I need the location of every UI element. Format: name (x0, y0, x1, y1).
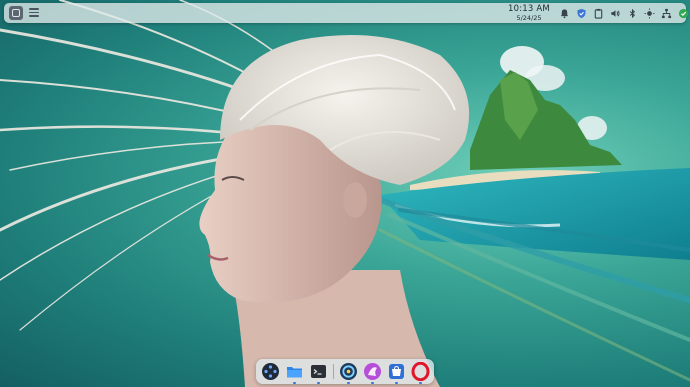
files-icon[interactable] (285, 362, 304, 384)
dock-separator (333, 364, 334, 379)
running-indicator (317, 382, 320, 384)
clock-time: 10:13 AM (508, 4, 550, 14)
opera-browser-icon[interactable] (411, 362, 430, 384)
shield-icon[interactable] (575, 7, 587, 19)
clock[interactable]: 10:13 AM 5/24/25 (504, 4, 554, 23)
terminal-icon[interactable] (309, 362, 328, 384)
app-launcher-icon[interactable] (9, 6, 23, 20)
dock (256, 359, 434, 384)
desktop-wallpaper (0, 0, 690, 387)
settings-icon[interactable] (339, 362, 358, 384)
running-indicator (293, 382, 296, 384)
volume-icon[interactable] (609, 7, 621, 19)
clock-date: 5/24/25 (516, 14, 542, 22)
updates-icon[interactable] (677, 7, 689, 19)
bell-icon[interactable] (558, 7, 570, 19)
top-panel: 10:13 AM 5/24/25 (4, 3, 688, 23)
running-indicator (347, 382, 350, 384)
graphics-app-icon[interactable] (363, 362, 382, 384)
bluetooth-icon[interactable] (626, 7, 638, 19)
hamburger-menu-icon[interactable] (29, 8, 39, 17)
running-indicator (395, 382, 398, 384)
running-indicator (419, 382, 422, 384)
app-grid-icon[interactable] (261, 362, 280, 381)
store-icon[interactable] (387, 362, 406, 384)
system-tray (558, 6, 690, 20)
running-indicator (371, 382, 374, 384)
brightness-icon[interactable] (643, 7, 655, 19)
network-icon[interactable] (660, 7, 672, 19)
clipboard-icon[interactable] (592, 7, 604, 19)
